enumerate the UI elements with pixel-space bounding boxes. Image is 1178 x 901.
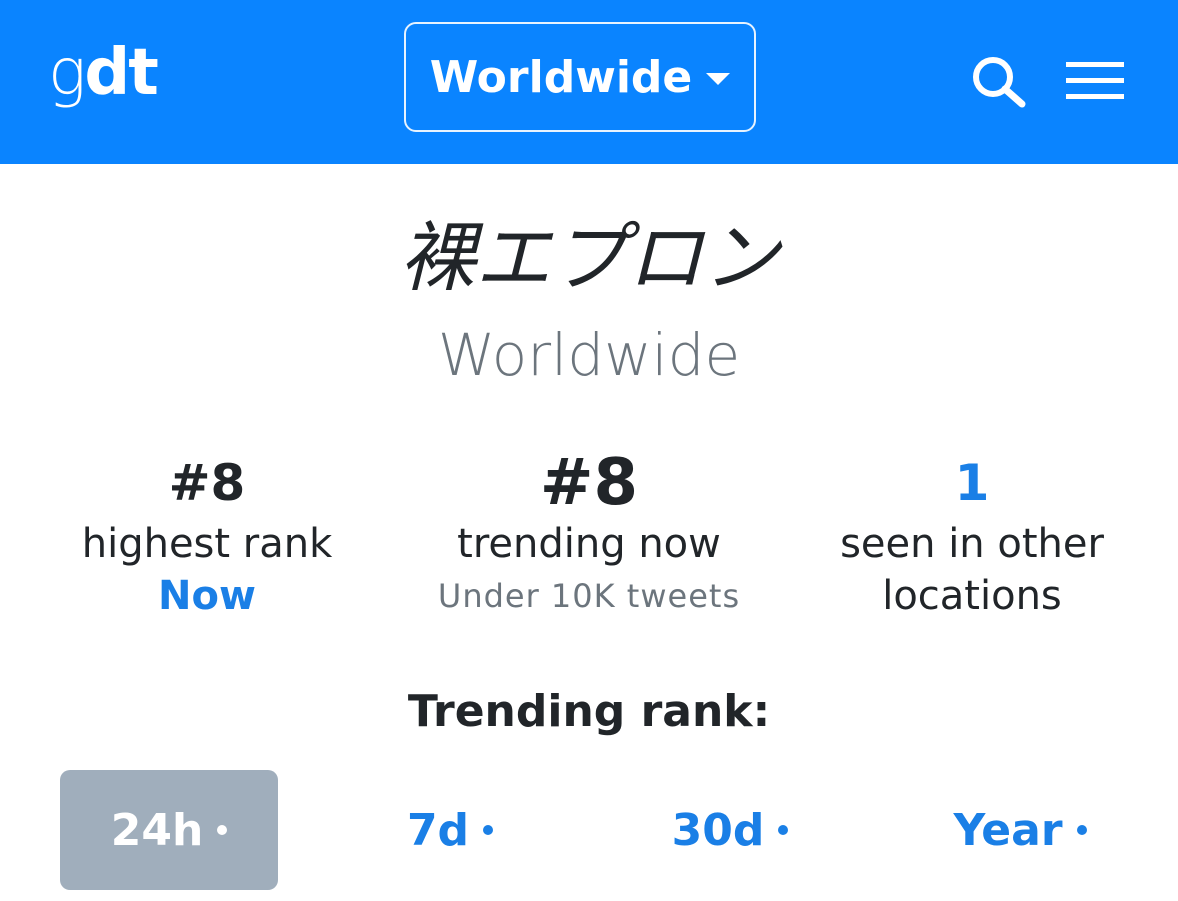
tab-label: 7d [406,804,470,856]
search-icon[interactable] [970,54,1030,110]
other-locations-count-link[interactable]: 1 [782,448,1162,518]
tweet-volume: Under 10K tweets [437,577,741,615]
logo[interactable]: gdt [48,36,159,110]
trend-location: Worldwide [437,321,741,389]
trending-rank-tabs: 24h 7d 30d Year [60,770,1140,890]
location-dropdown-label: Worldwide [429,51,693,103]
highest-rank-value: #8 [168,454,246,512]
highest-rank-label: highest rank [81,521,333,567]
trending-now-value: #8 [539,446,639,520]
logo-dt: dt [84,36,158,110]
tab-label: 30d [671,804,765,856]
tab-24h[interactable]: 24h [60,770,278,890]
tab-label: Year [953,804,1063,856]
trending-rank-heading: Trending rank: [407,686,771,737]
tab-7d[interactable]: 7d [360,770,540,890]
highest-rank-when-link[interactable]: Now [17,570,397,622]
tab-year[interactable]: Year [900,770,1140,890]
tab-label: 24h [110,804,204,856]
dot-icon [778,825,789,835]
stat-highest-rank: #8 highest rank Now [17,448,397,622]
logo-g: g [48,36,86,110]
navbar: gdt Worldwide [0,0,1178,164]
trending-now-label: trending now [457,521,721,567]
location-dropdown-button[interactable]: Worldwide [404,22,756,132]
caret-down-icon [706,73,731,85]
dot-icon [1076,825,1087,835]
stat-other-locations: 1 seen in other locations [782,448,1162,622]
stat-trending-now: #8 trending now Under 10K tweets [399,448,779,622]
tab-30d[interactable]: 30d [620,770,840,890]
menu-icon[interactable] [1066,60,1124,102]
other-locations-label-line1: seen in other [840,521,1104,567]
dot-icon [483,825,494,835]
trend-title: 裸エプロン [399,213,779,302]
other-locations-label-line2: locations [882,573,1062,619]
dot-icon [217,825,228,835]
